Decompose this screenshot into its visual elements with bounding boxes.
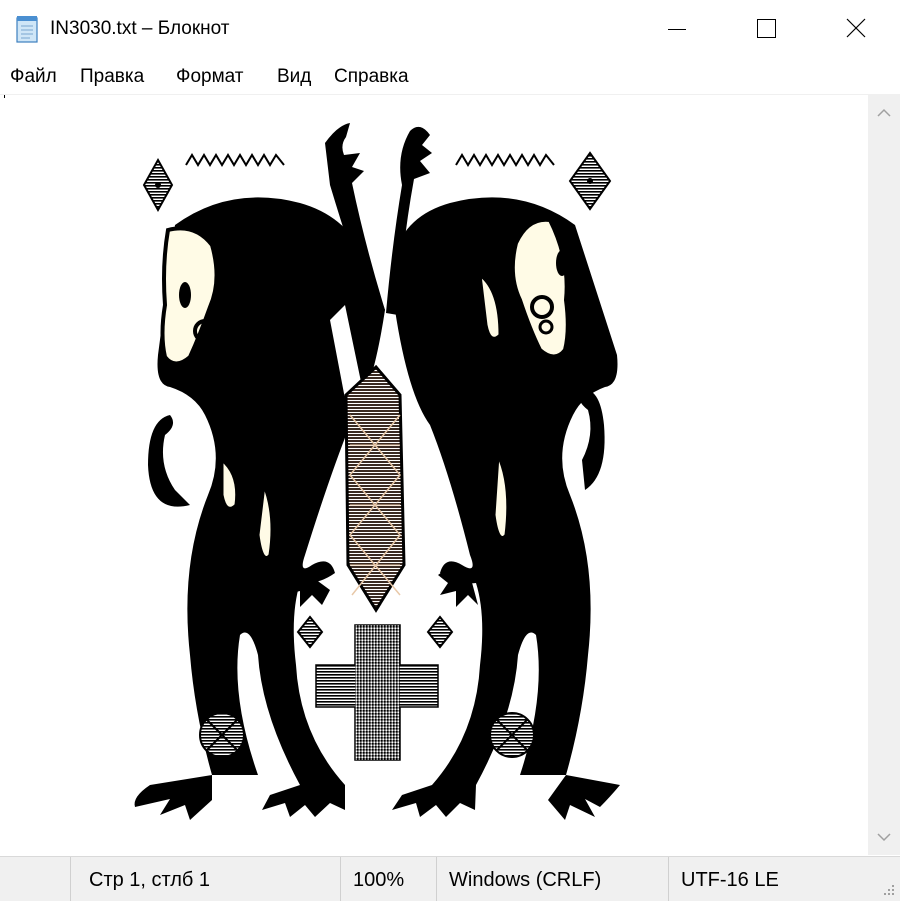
ascii-art-image	[134, 123, 620, 820]
scroll-up-button[interactable]	[868, 95, 900, 131]
vertical-scrollbar[interactable]	[868, 95, 900, 855]
window-title: IN3030.txt – Блокнот	[50, 18, 230, 39]
menu-edit[interactable]: Правка	[76, 58, 148, 94]
menu-file[interactable]: Файл	[6, 58, 61, 94]
status-cell-line-endings: Windows (CRLF)	[436, 857, 669, 901]
menu-bar: Файл Правка Формат Вид Справка	[0, 58, 900, 95]
menu-format[interactable]: Формат	[172, 58, 248, 94]
resize-grip-icon[interactable]	[880, 881, 896, 897]
menu-help[interactable]: Справка	[330, 58, 413, 94]
chevron-down-icon	[877, 833, 891, 842]
maximize-button[interactable]	[723, 0, 815, 58]
cursor-position: Стр 1, стлб 1	[89, 869, 211, 891]
title-bar[interactable]: IN3030.txt – Блокнот	[0, 0, 900, 58]
maximize-icon	[757, 19, 776, 38]
status-cell-position: Стр 1, стлб 1	[70, 857, 341, 901]
menu-view[interactable]: Вид	[273, 58, 315, 94]
status-cell-zoom: 100%	[340, 857, 437, 901]
notepad-window: IN3030.txt – Блокнот Файл Правка Формат …	[0, 0, 900, 901]
chevron-up-icon	[877, 108, 891, 117]
status-cell-encoding: UTF-16 LE	[668, 857, 869, 901]
notepad-icon	[16, 16, 38, 43]
zoom-level: 100%	[353, 869, 405, 891]
close-icon	[846, 18, 866, 38]
close-button[interactable]	[808, 0, 900, 58]
line-endings: Windows (CRLF)	[449, 869, 602, 891]
minimize-button[interactable]	[631, 0, 723, 58]
scroll-down-button[interactable]	[868, 819, 900, 855]
minimize-icon	[668, 29, 686, 30]
encoding: UTF-16 LE	[681, 869, 779, 891]
text-editor-area[interactable]	[0, 95, 868, 855]
status-bar: Стр 1, стлб 1 100% Windows (CRLF) UTF-16…	[0, 856, 900, 901]
